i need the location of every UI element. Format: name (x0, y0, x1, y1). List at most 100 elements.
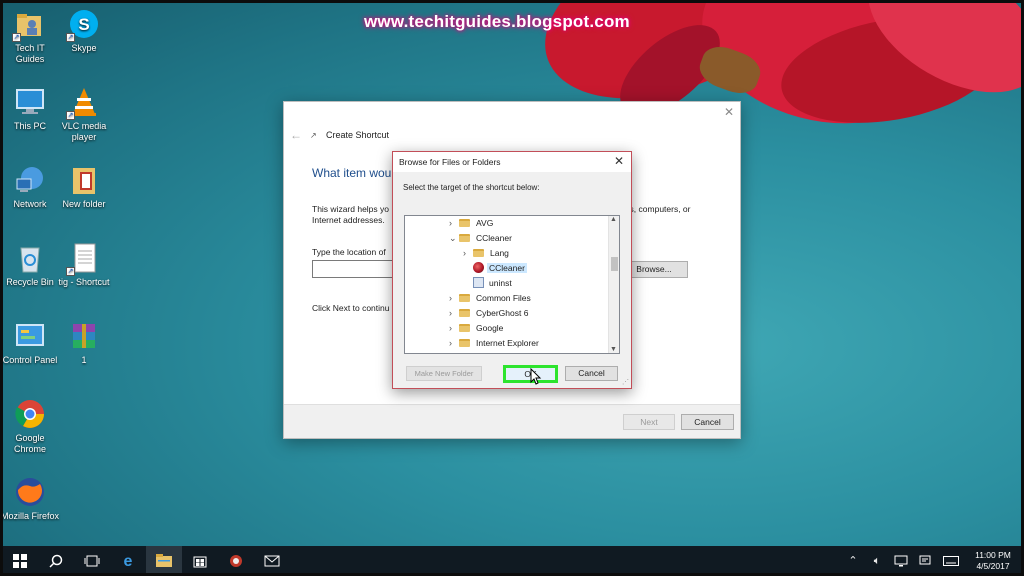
keyboard-icon[interactable] (940, 546, 962, 576)
folder-icon (68, 164, 100, 196)
wizard-description-right: ers, computers, or (622, 204, 691, 214)
desktop-icon-label: Tech IT Guides (15, 43, 45, 64)
scroll-down-icon[interactable]: ▼ (610, 346, 617, 353)
tree-item[interactable]: › Google (449, 321, 505, 336)
chrome-icon (14, 398, 46, 430)
desktop-icon-recycle-bin[interactable]: Recycle Bin (0, 242, 60, 288)
desktop-icon-label: Google Chrome (13, 433, 46, 454)
desktop-icon-tech-it-guides[interactable]: ↗ Tech IT Guides (0, 8, 60, 65)
store-icon[interactable] (182, 546, 218, 576)
folder-tree[interactable]: › AVG ⌄ CCleaner › Lang CCleaner uninst › Co… (404, 215, 620, 354)
desktop-icon-label: tig - Shortcut (58, 277, 110, 287)
search-icon[interactable] (38, 546, 74, 576)
desktop-icon-label: Control Panel (2, 355, 58, 365)
desktop-icon-label: New folder (62, 199, 106, 209)
tree-item[interactable]: uninst (473, 276, 514, 291)
uninstaller-icon (473, 277, 484, 288)
tree-item[interactable]: › AVG (449, 216, 495, 231)
desktop-icon-new-folder[interactable]: New folder (54, 164, 114, 210)
skype-icon: S ↗ (66, 8, 100, 42)
scroll-thumb[interactable] (611, 257, 618, 271)
cancel-button[interactable]: Cancel (681, 414, 734, 430)
volume-icon[interactable]: 🔈︎ (868, 546, 886, 576)
desktop-icon-archive-1[interactable]: 1 (54, 320, 114, 366)
dialog-title: Browse for Files or Folders (399, 157, 501, 167)
desktop-icon-label: Skype (71, 43, 97, 53)
tree-item[interactable]: › CyberGhost 6 (449, 306, 530, 321)
mouse-pointer-icon (530, 368, 542, 385)
tree-scrollbar[interactable]: ▲ ▼ (608, 216, 619, 353)
scroll-up-icon[interactable]: ▲ (610, 216, 617, 223)
desktop-icon-label: Mozilla Firefox (0, 511, 59, 521)
resize-grip-icon[interactable]: ⋰ (622, 378, 629, 386)
chevron-right-icon[interactable]: › (449, 321, 459, 336)
shortcut-icon: ↗ (310, 131, 317, 140)
close-icon[interactable]: ✕ (614, 154, 624, 168)
close-icon[interactable]: ✕ (724, 105, 734, 119)
wizard-heading: What item wou (312, 166, 392, 180)
task-view-icon[interactable] (74, 546, 110, 576)
folder-icon (459, 324, 470, 332)
desktop-icon-label: This PC (13, 121, 46, 131)
location-input[interactable] (312, 260, 398, 278)
ccleaner-taskbar-icon[interactable] (218, 546, 254, 576)
file-explorer-icon[interactable] (146, 546, 182, 576)
make-new-folder-button[interactable]: Make New Folder (406, 366, 482, 381)
folder-icon (459, 294, 470, 302)
taskbar-clock[interactable]: 11:00 PM 4/5/2017 (968, 550, 1018, 572)
tree-item[interactable]: › Common Files (449, 291, 533, 306)
taskbar: e ⌃ 🔈︎ 11:00 PM 4/5/2017 (0, 546, 1024, 576)
chevron-down-icon[interactable]: ⌄ (449, 231, 459, 246)
ccleaner-icon (473, 262, 484, 273)
tree-item-selected[interactable]: CCleaner (473, 261, 527, 276)
start-icon[interactable] (2, 546, 38, 576)
folder-icon (459, 219, 470, 227)
location-label: Type the location of (312, 247, 386, 257)
next-button[interactable]: Next (623, 414, 675, 430)
chevron-up-icon[interactable]: ⌃ (846, 546, 860, 576)
vlc-icon: ↗ (66, 86, 100, 120)
desktop-icon-skype[interactable]: S ↗ Skype (54, 8, 114, 54)
watermark-text: www.techitguides.blogspot.com (364, 12, 630, 31)
desktop-icon-google-chrome[interactable]: Google Chrome (0, 398, 60, 455)
chevron-right-icon[interactable]: › (449, 216, 459, 231)
desktop-icon-control-panel[interactable]: Control Panel (0, 320, 60, 366)
chevron-right-icon[interactable]: › (449, 336, 459, 351)
dialog-titlebar: Browse for Files or Folders ✕ (393, 152, 631, 172)
control-panel-icon (14, 320, 46, 352)
edge-icon[interactable]: e (110, 546, 146, 576)
network-tray-icon[interactable] (892, 546, 910, 576)
click-next-text: Click Next to continu (312, 303, 390, 313)
folder-person-icon: ↗ (12, 8, 46, 42)
tree-item[interactable]: › Internet Explorer (449, 336, 541, 351)
tree-item[interactable]: › Lang (463, 246, 511, 261)
cancel-button[interactable]: Cancel (565, 366, 618, 381)
tree-item[interactable]: ⌄ CCleaner (449, 231, 514, 246)
folder-icon (473, 249, 484, 257)
desktop-icon-tig-shortcut[interactable]: ↗ tig - Shortcut (54, 242, 114, 288)
mail-icon[interactable] (254, 546, 290, 576)
desktop-icon-vlc[interactable]: ↗ VLC media player (54, 86, 114, 143)
folder-icon (459, 339, 470, 347)
browse-dialog: Browse for Files or Folders ✕ Select the… (392, 151, 632, 389)
desktop-icon-mozilla-firefox[interactable]: Mozilla Firefox (0, 476, 60, 522)
clock-time: 11:00 PM (975, 550, 1011, 560)
window-title: Create Shortcut (326, 130, 390, 140)
action-center-icon[interactable] (916, 546, 934, 576)
chevron-right-icon[interactable]: › (449, 291, 459, 306)
winrar-archive-icon (68, 320, 100, 352)
chevron-right-icon[interactable]: › (463, 246, 473, 261)
firefox-icon (14, 476, 46, 508)
recycle-bin-icon (14, 242, 46, 274)
wizard-footer: Next Cancel (284, 404, 740, 438)
desktop-icon-this-pc[interactable]: This PC (0, 86, 60, 132)
document-icon: ↗ (66, 242, 100, 276)
back-arrow-icon[interactable]: ← (290, 128, 302, 142)
desktop-icon-label: Recycle Bin (6, 277, 54, 287)
notification-icon[interactable] (1016, 546, 1024, 576)
clock-date: 4/5/2017 (976, 561, 1010, 571)
svg-text:S: S (78, 15, 89, 34)
folder-icon (459, 234, 470, 242)
chevron-right-icon[interactable]: › (449, 306, 459, 321)
desktop-icon-network[interactable]: Network (0, 164, 60, 210)
